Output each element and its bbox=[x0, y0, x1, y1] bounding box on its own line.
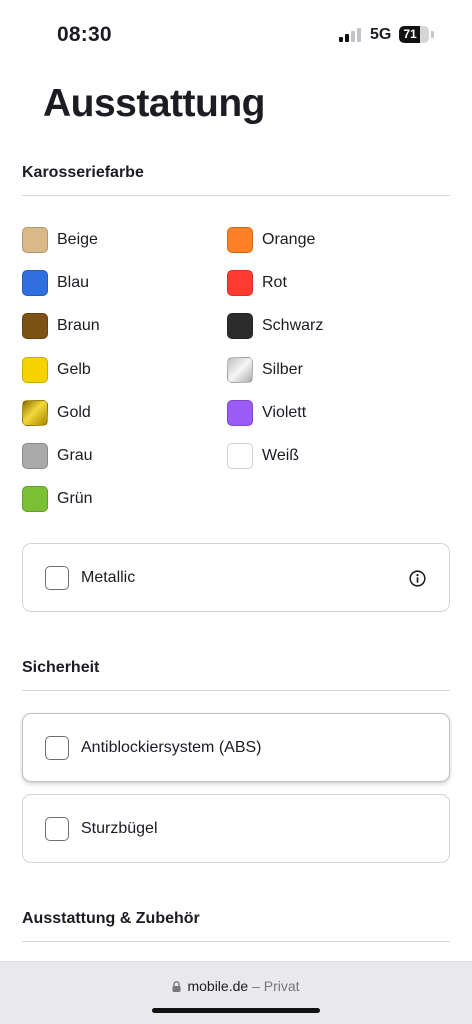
color-label: Blau bbox=[57, 274, 90, 292]
color-label: Weiß bbox=[262, 447, 300, 464]
url-separator: – bbox=[252, 978, 260, 994]
cellular-signal-icon bbox=[339, 28, 363, 42]
abs-label: Antiblockiersystem (ABS) bbox=[81, 738, 262, 756]
abs-option[interactable]: Antiblockiersystem (ABS) bbox=[22, 713, 450, 782]
color-swatch[interactable] bbox=[227, 270, 253, 297]
page-title: Ausstattung bbox=[43, 82, 266, 125]
color-label: Braun bbox=[57, 317, 100, 335]
home-indicator[interactable] bbox=[152, 1008, 320, 1013]
color-label: Grau bbox=[57, 447, 93, 464]
battery-tip bbox=[431, 31, 434, 38]
color-option-grün[interactable]: Grün bbox=[22, 485, 93, 513]
color-option-blau[interactable]: Blau bbox=[22, 269, 89, 297]
url-display[interactable]: mobile.de – Privat bbox=[0, 978, 472, 994]
section-title-safety: Sicherheit bbox=[22, 659, 100, 676]
color-option-gelb[interactable]: Gelb bbox=[22, 356, 91, 384]
color-label: Violett bbox=[262, 403, 307, 421]
status-bar: 08:30 5G 71 bbox=[0, 0, 472, 62]
battery-level: 71 bbox=[403, 27, 417, 41]
color-swatch[interactable] bbox=[227, 443, 253, 469]
color-option-weiß[interactable]: Weiß bbox=[227, 442, 299, 470]
crash-bar-checkbox[interactable] bbox=[45, 816, 69, 841]
private-mode-label: Privat bbox=[263, 978, 300, 994]
color-label: Schwarz bbox=[262, 317, 324, 335]
color-swatch[interactable] bbox=[22, 399, 48, 426]
battery-icon: 71 bbox=[399, 26, 429, 43]
color-label: Rot bbox=[262, 274, 287, 292]
color-swatch[interactable] bbox=[22, 486, 48, 513]
color-label: Gelb bbox=[57, 360, 91, 378]
url-host: mobile.de bbox=[187, 978, 249, 994]
metallic-label: Metallic bbox=[81, 568, 136, 586]
color-option-orange[interactable]: Orange bbox=[227, 226, 315, 254]
metallic-option[interactable]: Metallic bbox=[22, 543, 450, 612]
color-swatch[interactable] bbox=[227, 227, 253, 253]
color-swatch[interactable] bbox=[227, 313, 253, 340]
divider bbox=[22, 195, 450, 196]
color-option-braun[interactable]: Braun bbox=[22, 312, 100, 340]
color-label: Orange bbox=[262, 231, 316, 248]
color-option-violett[interactable]: Violett bbox=[227, 399, 306, 427]
browser-address-bar[interactable]: mobile.de – Privat bbox=[0, 961, 472, 1024]
color-label: Beige bbox=[57, 231, 98, 248]
color-option-grau[interactable]: Grau bbox=[22, 442, 93, 470]
color-label: Grün bbox=[57, 490, 93, 508]
crash-bar-option[interactable]: Sturzbügel bbox=[22, 794, 450, 863]
status-time: 08:30 bbox=[57, 23, 112, 46]
color-label: Gold bbox=[57, 403, 91, 421]
color-swatch[interactable] bbox=[22, 227, 48, 253]
divider bbox=[22, 941, 450, 942]
color-swatch[interactable] bbox=[227, 356, 253, 383]
color-option-schwarz[interactable]: Schwarz bbox=[227, 312, 323, 340]
color-option-silber[interactable]: Silber bbox=[227, 356, 303, 384]
color-option-beige[interactable]: Beige bbox=[22, 226, 98, 254]
crash-bar-label: Sturzbügel bbox=[81, 819, 158, 837]
lock-icon bbox=[172, 981, 181, 992]
color-swatch[interactable] bbox=[227, 399, 253, 426]
network-type: 5G bbox=[370, 26, 392, 43]
section-title-equipment: Ausstattung & Zubehör bbox=[22, 910, 200, 927]
color-swatch[interactable] bbox=[22, 356, 48, 383]
color-swatch[interactable] bbox=[22, 443, 48, 469]
info-icon[interactable] bbox=[409, 570, 426, 587]
color-swatch[interactable] bbox=[22, 270, 48, 297]
divider bbox=[22, 690, 450, 691]
abs-checkbox[interactable] bbox=[45, 735, 69, 760]
color-option-gold[interactable]: Gold bbox=[22, 399, 91, 427]
color-swatch[interactable] bbox=[22, 313, 48, 340]
color-label: Silber bbox=[262, 360, 303, 378]
metallic-checkbox[interactable] bbox=[45, 565, 69, 590]
section-title-body-color: Karosseriefarbe bbox=[22, 164, 144, 181]
color-option-rot[interactable]: Rot bbox=[227, 269, 287, 297]
